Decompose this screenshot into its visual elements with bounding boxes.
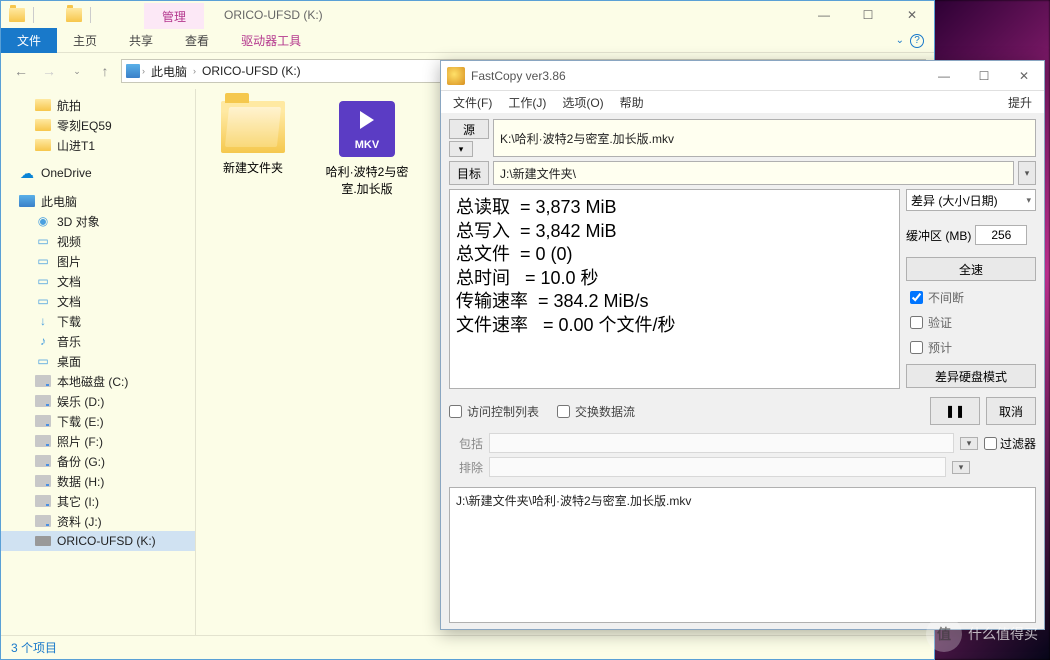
sidebar-thispc[interactable]: 此电脑 [1, 191, 195, 211]
source-button[interactable]: 源 [449, 119, 489, 139]
sidebar-drive-c[interactable]: 本地磁盘 (C:) [1, 371, 195, 391]
quick-item[interactable]: 航拍 [1, 95, 195, 115]
folder-icon [221, 101, 285, 153]
mkv-item[interactable]: MKV 哈利·波特2与密室.加长版 [322, 101, 412, 197]
qat-spacer [39, 4, 61, 26]
minimize-button[interactable]: — [802, 1, 846, 29]
folder-item[interactable]: 新建文件夹 [208, 101, 298, 176]
sidebar-docs[interactable]: ▭文档 [1, 291, 195, 311]
buffer-label: 缓冲区 (MB) [906, 227, 971, 244]
ribbon-file[interactable]: 文件 [1, 28, 57, 53]
ribbon-expand-chevron[interactable]: ⌄ [896, 35, 904, 46]
quick-item[interactable]: 零刻EQ59 [1, 115, 195, 135]
include-input[interactable] [489, 433, 954, 453]
sidebar-docs[interactable]: ▭文档 [1, 271, 195, 291]
sidebar-drive-j[interactable]: 资料 (J:) [1, 511, 195, 531]
fastcopy-icon [447, 67, 465, 85]
folder-label: 新建文件夹 [208, 159, 298, 176]
swap-check[interactable]: 交换数据流 [557, 403, 635, 420]
nonstop-check[interactable]: 不间断 [906, 289, 1036, 306]
help-icon[interactable]: ? [910, 34, 924, 48]
sidebar-drive-d[interactable]: 娱乐 (D:) [1, 391, 195, 411]
pause-button[interactable]: ❚❚ [930, 397, 980, 425]
sidebar-drive-f[interactable]: 照片 (F:) [1, 431, 195, 451]
fastcopy-titlebar[interactable]: FastCopy ver3.86 — ☐ ✕ [441, 61, 1044, 91]
sidebar-drive-h[interactable]: 数据 (H:) [1, 471, 195, 491]
status-bar: 3 个项目 [1, 635, 934, 659]
include-dd[interactable]: ▾ [960, 437, 978, 450]
log-panel: J:\新建文件夹\哈利·波特2与密室.加长版.mkv [449, 487, 1036, 623]
mkv-icon: MKV [339, 101, 395, 157]
sidebar-drive-e[interactable]: 下载 (E:) [1, 411, 195, 431]
sidebar-downloads[interactable]: ↓下载 [1, 311, 195, 331]
window-title: ORICO-UFSD (K:) [224, 8, 323, 22]
watermark-logo: 值 [926, 616, 962, 652]
menu-boost[interactable]: 提升 [1002, 92, 1038, 113]
acl-check[interactable]: 访问控制列表 [449, 403, 539, 420]
exclude-input[interactable] [489, 457, 946, 477]
sidebar-music[interactable]: ♪音乐 [1, 331, 195, 351]
menu-options[interactable]: 选项(O) [556, 92, 609, 113]
sidebar-video[interactable]: ▭视频 [1, 231, 195, 251]
verify-check[interactable]: 验证 [906, 314, 1036, 331]
sidebar-3d[interactable]: ◉3D 对象 [1, 211, 195, 231]
exclude-label: 排除 [449, 459, 483, 476]
fullspeed-button[interactable]: 全速 [906, 257, 1036, 281]
watermark-text: 什么值得买 [968, 624, 1038, 644]
cancel-button[interactable]: 取消 [986, 397, 1036, 425]
breadcrumb-thispc[interactable]: 此电脑 [147, 63, 191, 80]
stats-panel: 总读取 = 3,873 MiB 总写入 = 3,842 MiB 总文件 = 0 … [449, 189, 900, 389]
mkv-label: 哈利·波特2与密室.加长版 [322, 163, 412, 197]
include-label: 包括 [449, 435, 483, 452]
sidebar-desktop[interactable]: ▭桌面 [1, 351, 195, 371]
menu-file[interactable]: 文件(F) [447, 92, 498, 113]
sidebar-onedrive[interactable]: ☁OneDrive [1, 163, 195, 183]
sidebar-drive-g[interactable]: 备份 (G:) [1, 451, 195, 471]
nav-forward[interactable]: → [37, 59, 61, 83]
ribbon-home[interactable]: 主页 [57, 28, 113, 53]
status-text: 3 个项目 [11, 639, 57, 656]
ribbon: 文件 主页 共享 查看 驱动器工具 ⌄ ? [1, 29, 934, 53]
dest-field[interactable]: J:\新建文件夹\ [493, 161, 1014, 185]
dest-button[interactable]: 目标 [449, 161, 489, 185]
contextual-tab-manage[interactable]: 管理 [144, 3, 204, 29]
estimate-check[interactable]: 预计 [906, 339, 1036, 356]
fc-close[interactable]: ✕ [1004, 61, 1044, 91]
nav-up[interactable]: ↑ [93, 59, 117, 83]
buffer-input[interactable]: 256 [975, 225, 1027, 245]
filter-check[interactable]: 过滤器 [984, 435, 1036, 452]
fastcopy-window: FastCopy ver3.86 — ☐ ✕ 文件(F) 工作(J) 选项(O)… [440, 60, 1045, 630]
fc-minimize[interactable]: — [924, 61, 964, 91]
nav-recent-chevron[interactable]: ⌄ [65, 59, 89, 83]
quick-item[interactable]: 山进T1 [1, 135, 195, 155]
watermark: 值 什么值得买 [926, 616, 1038, 652]
folder-current-icon [63, 4, 85, 26]
source-dropdown[interactable]: ▾ [449, 141, 473, 157]
close-button[interactable]: ✕ [890, 1, 934, 29]
sidebar-pictures[interactable]: ▭图片 [1, 251, 195, 271]
dest-dropdown[interactable]: ▾ [1018, 161, 1036, 185]
nav-back[interactable]: ← [9, 59, 33, 83]
ribbon-view[interactable]: 查看 [169, 28, 225, 53]
exclude-dd[interactable]: ▾ [952, 461, 970, 474]
fastcopy-menubar: 文件(F) 工作(J) 选项(O) 帮助 提升 [441, 91, 1044, 113]
breadcrumb-drive[interactable]: ORICO-UFSD (K:) [198, 64, 305, 78]
sidebar-drive-i[interactable]: 其它 (I:) [1, 491, 195, 511]
sidebar-drive-k[interactable]: ORICO-UFSD (K:) [1, 531, 195, 551]
mode-combo[interactable]: 差异 (大小/日期)▾ [906, 189, 1036, 211]
source-field[interactable]: K:\哈利·波特2与密室.加长版.mkv [493, 119, 1036, 157]
ribbon-share[interactable]: 共享 [113, 28, 169, 53]
ribbon-drivetools[interactable]: 驱动器工具 [225, 28, 317, 53]
fastcopy-title: FastCopy ver3.86 [471, 69, 566, 83]
diffdisk-button[interactable]: 差异硬盘模式 [906, 364, 1036, 388]
menu-job[interactable]: 工作(J) [502, 92, 552, 113]
folder-app-icon [6, 4, 28, 26]
maximize-button[interactable]: ☐ [846, 1, 890, 29]
nav-pane[interactable]: 航拍 零刻EQ59 山进T1 ☁OneDrive 此电脑 ◉3D 对象 ▭视频 … [1, 89, 196, 635]
explorer-titlebar: 管理 ORICO-UFSD (K:) — ☐ ✕ [1, 1, 934, 29]
fc-maximize[interactable]: ☐ [964, 61, 1004, 91]
menu-help[interactable]: 帮助 [614, 92, 650, 113]
pc-icon [126, 64, 140, 78]
